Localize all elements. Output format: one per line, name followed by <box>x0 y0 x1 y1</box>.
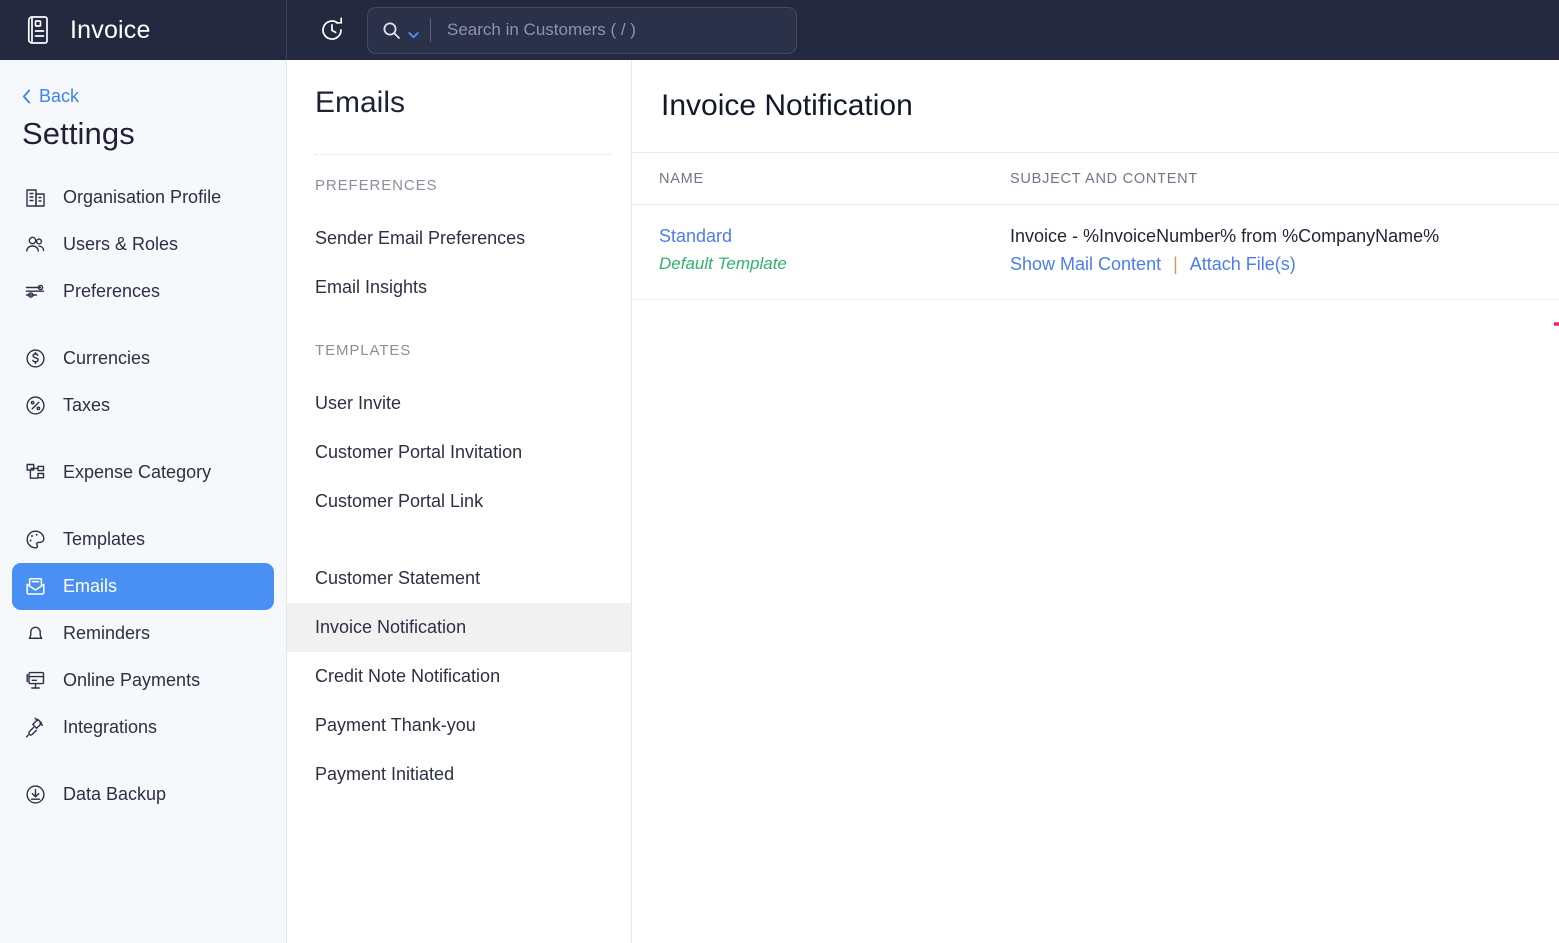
page-body: Back Settings Organisation Profile Users… <box>0 60 1559 943</box>
main-title: Invoice Notification <box>661 89 913 122</box>
building-icon <box>24 186 47 209</box>
sidebar-group-2: Currencies Taxes <box>0 335 286 429</box>
page-title: Settings <box>22 116 135 151</box>
plug-icon <box>24 716 47 739</box>
column-header-subject-and-content: SUBJECT AND CONTENT <box>1010 170 1199 187</box>
table-header-row: NAME SUBJECT AND CONTENT <box>632 153 1559 205</box>
sidebar-item-emails[interactable]: Emails <box>12 563 274 610</box>
panel-item-email-insights[interactable]: Email Insights <box>287 263 631 312</box>
sidebar-item-label: Emails <box>63 576 118 596</box>
section-label-templates: TEMPLATES <box>315 342 412 359</box>
sliders-icon <box>24 280 47 303</box>
sidebar-item-label: Templates <box>63 529 146 549</box>
envelope-open-icon <box>24 575 47 598</box>
hierarchy-icon <box>24 461 47 484</box>
sidebar-item-label: Preferences <box>63 281 161 301</box>
sidebar-item-label: Currencies <box>63 348 151 368</box>
panel-item-customer-portal-invitation[interactable]: Customer Portal Invitation <box>287 428 631 477</box>
show-mail-content-link[interactable]: Show Mail Content <box>1010 254 1161 275</box>
sidebar-group-1: Organisation Profile Users & Roles Prefe… <box>0 174 286 315</box>
back-button[interactable]: Back <box>0 82 286 110</box>
sidebar-item-taxes[interactable]: Taxes <box>12 382 274 429</box>
sidebar-item-label: Online Payments <box>63 670 201 690</box>
search-divider <box>430 18 431 42</box>
template-name-link[interactable]: Standard <box>659 226 1010 247</box>
sidebar-item-online-payments[interactable]: Online Payments <box>12 657 274 704</box>
subject-text: Invoice - %InvoiceNumber% from %CompanyN… <box>1010 226 1440 246</box>
sidebar-item-label: Taxes <box>63 395 111 415</box>
sidebar-item-label: Users & Roles <box>63 234 179 254</box>
panel-spacer <box>287 526 631 554</box>
sidebar-group-4: Templates Emails Reminders Online Paymen… <box>0 516 286 751</box>
panel-item-invoice-notification[interactable]: Invoice Notification <box>287 603 631 652</box>
sidebar-item-templates[interactable]: Templates <box>12 516 274 563</box>
sidebar-item-label: Expense Category <box>63 462 212 482</box>
panel-item-customer-statement[interactable]: Customer Statement <box>287 554 631 603</box>
palette-icon <box>24 528 47 551</box>
search-icon <box>382 21 401 40</box>
panel-spacer <box>287 312 631 342</box>
sidebar-group-3: Expense Category <box>0 449 286 496</box>
search-box[interactable] <box>367 6 797 54</box>
panel-item-payment-thank-you[interactable]: Payment Thank-you <box>287 701 631 750</box>
annotation-arrow-icon <box>1550 310 1559 343</box>
download-circle-icon <box>24 783 47 806</box>
settings-sidebar: Back Settings Organisation Profile Users… <box>0 60 287 943</box>
emails-panel: Emails PREFERENCES Sender Email Preferen… <box>287 60 632 943</box>
users-icon <box>24 233 47 256</box>
sidebar-item-organisation-profile[interactable]: Organisation Profile <box>12 174 274 221</box>
panel-item-credit-note-notification[interactable]: Credit Note Notification <box>287 652 631 701</box>
sidebar-group-5: Data Backup <box>0 771 286 818</box>
top-bar: Invoice <box>0 0 1559 60</box>
default-template-badge: Default Template <box>659 254 787 273</box>
brand-title: Invoice <box>70 15 151 44</box>
action-separator: | <box>1173 254 1178 274</box>
sidebar-item-currencies[interactable]: Currencies <box>12 335 274 382</box>
back-label: Back <box>39 85 80 106</box>
section-label-preferences: PREFERENCES <box>315 177 438 194</box>
sidebar-item-users-roles[interactable]: Users & Roles <box>12 221 274 268</box>
dollar-circle-icon <box>24 347 47 370</box>
sidebar-item-preferences[interactable]: Preferences <box>12 268 274 315</box>
sidebar-item-reminders[interactable]: Reminders <box>12 610 274 657</box>
chevron-left-icon <box>22 89 31 104</box>
percent-circle-icon <box>24 394 47 417</box>
bell-icon <box>24 622 47 645</box>
search-input[interactable] <box>447 20 782 40</box>
app-root: Invoice Search in Customers (/) Back S… <box>0 0 1559 943</box>
attach-files-link[interactable]: Attach File(s) <box>1190 254 1296 275</box>
main-content: Invoice Notification NAME SUBJECT AND CO… <box>632 60 1559 943</box>
sidebar-item-data-backup[interactable]: Data Backup <box>12 771 274 818</box>
cell-name: Standard Default Template <box>632 226 1010 275</box>
panel-item-user-invite[interactable]: User Invite <box>287 379 631 428</box>
brand-home-link[interactable]: Invoice <box>0 0 287 60</box>
panel-item-payment-initiated[interactable]: Payment Initiated <box>287 750 631 799</box>
emails-panel-title: Emails <box>315 86 406 119</box>
panel-item-sender-email-preferences[interactable]: Sender Email Preferences <box>287 214 631 263</box>
chevron-down-icon[interactable] <box>408 26 419 39</box>
sidebar-item-label: Reminders <box>63 623 151 643</box>
panel-item-customer-portal-link[interactable]: Customer Portal Link <box>287 477 631 526</box>
column-header-name: NAME <box>659 170 704 187</box>
sidebar-item-label: Integrations <box>63 717 158 737</box>
card-terminal-icon <box>24 669 47 692</box>
table-row: Standard Default Template Invoice - %Inv… <box>632 205 1559 300</box>
refresh-clock-icon[interactable] <box>319 17 345 43</box>
sidebar-item-label: Organisation Profile <box>63 187 222 207</box>
panel-divider <box>315 154 611 155</box>
sidebar-item-integrations[interactable]: Integrations <box>12 704 274 751</box>
templates-table: NAME SUBJECT AND CONTENT Standard Defaul… <box>632 153 1559 300</box>
row-actions: Show Mail Content | Attach File(s) <box>1010 254 1559 275</box>
invoice-document-icon <box>22 13 56 47</box>
sidebar-item-expense-category[interactable]: Expense Category <box>12 449 274 496</box>
top-bar-tools <box>287 6 797 54</box>
cell-subject-and-content: Invoice - %InvoiceNumber% from %CompanyN… <box>1010 226 1559 275</box>
main-header: Invoice Notification <box>632 60 1559 153</box>
sidebar-item-label: Data Backup <box>63 784 167 804</box>
